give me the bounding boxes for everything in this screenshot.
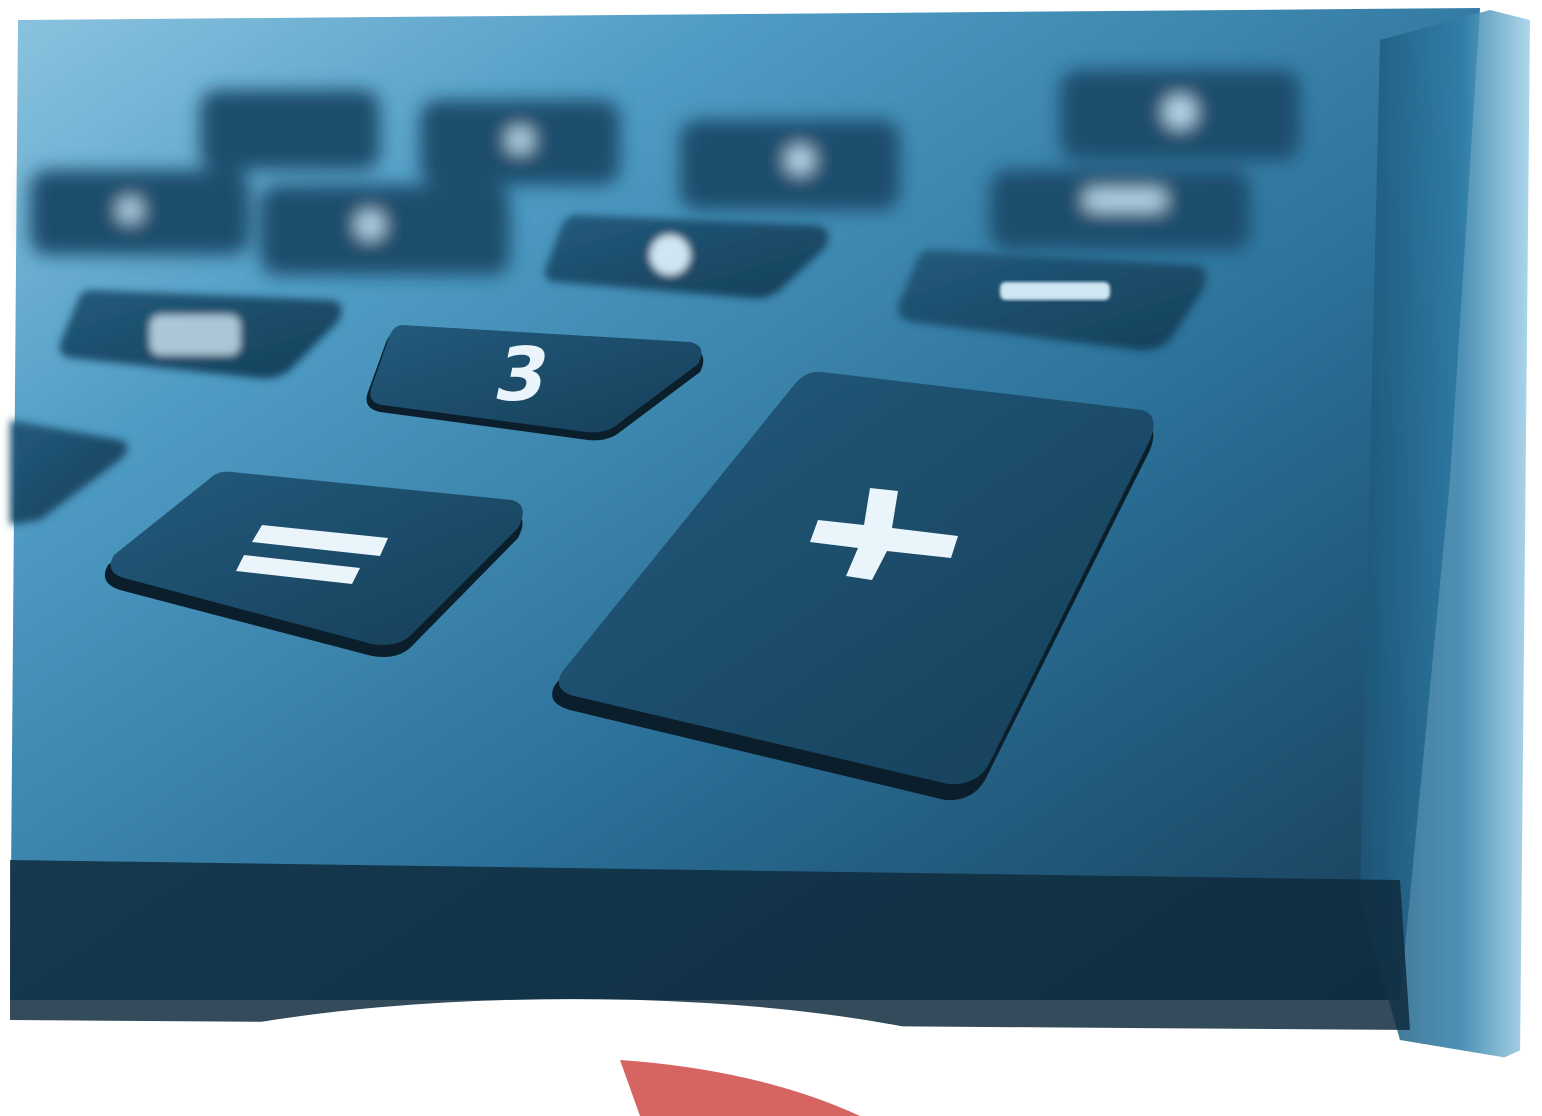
far-key [200, 90, 380, 170]
far-key-mark [507, 127, 533, 153]
key-six-glyph [650, 235, 690, 275]
far-key-mark [118, 198, 142, 222]
far-key-mark [1164, 96, 1196, 128]
far-key-mark [356, 211, 384, 239]
far-key-mark [786, 146, 814, 174]
far-key [260, 185, 510, 275]
minus-glyph [1000, 282, 1110, 300]
far-key-mark [1085, 190, 1165, 210]
calculator-photo: 3 [0, 0, 1542, 1116]
key-two-glyph [150, 315, 240, 355]
